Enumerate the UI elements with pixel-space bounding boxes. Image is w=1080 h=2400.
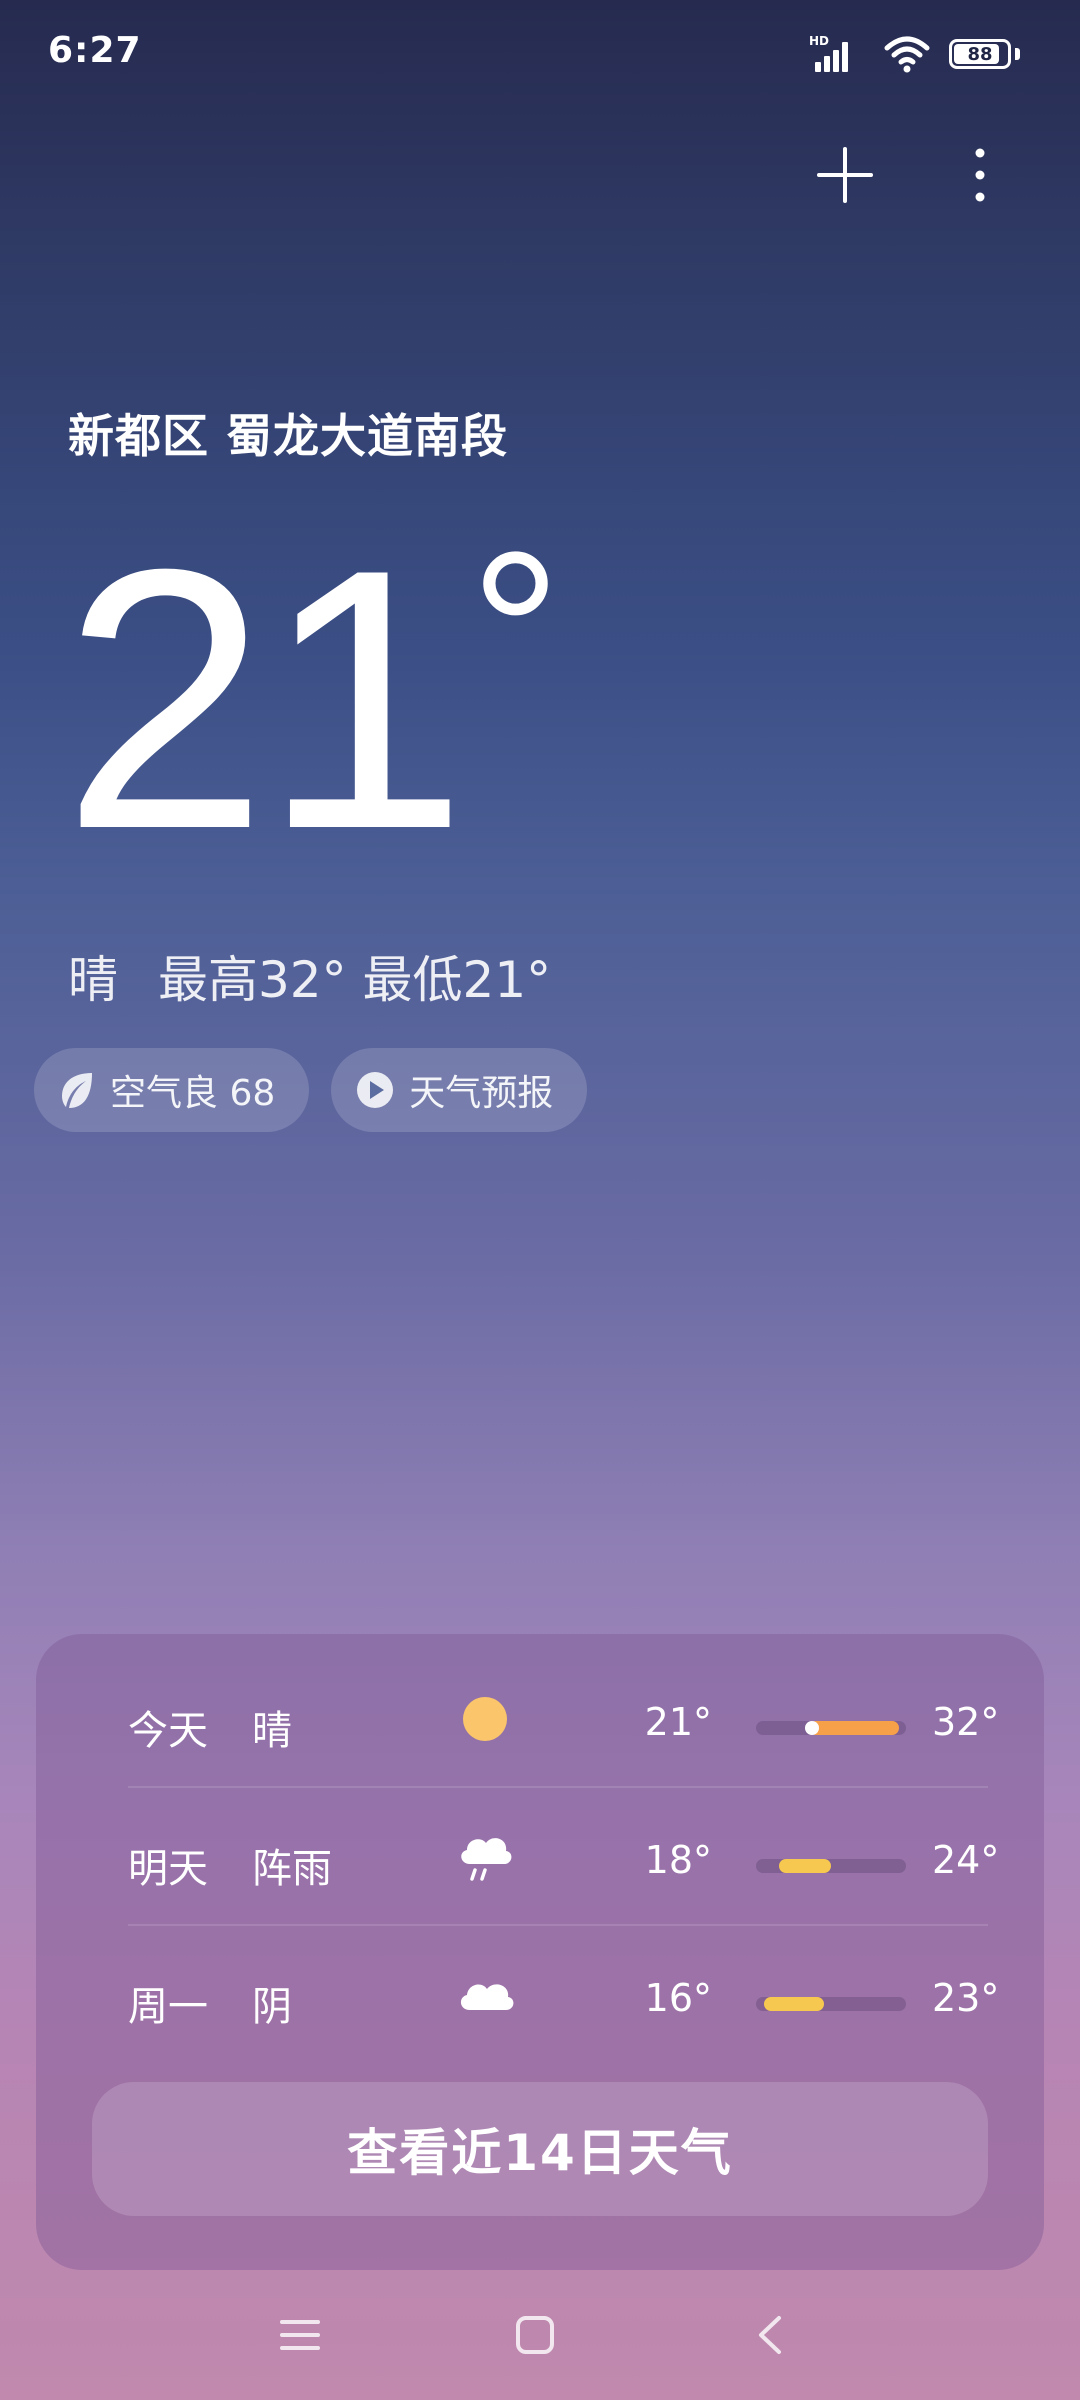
forecast-condition: 晴 [252, 1708, 292, 1754]
temperature-range-bar [756, 1859, 906, 1873]
forecast-condition: 阵雨 [252, 1846, 332, 1892]
navigation-bar [0, 2290, 1080, 2380]
forecast-card: 今天 晴 21° 32° 明天 阵雨 18° 24° 周一 阴 16° 23° … [36, 1634, 1044, 2270]
air-quality-label: 空气良 68 [110, 1073, 276, 1114]
view-14-day-forecast-button[interactable]: 查看近14日天气 [92, 2082, 988, 2216]
forecast-day: 明天 [128, 1846, 208, 1892]
status-time: 6:27 [48, 30, 142, 71]
forecast-low: 16° [644, 1976, 712, 2020]
temperature-unit: ° [469, 504, 562, 761]
forecast-row-today[interactable]: 今天 晴 21° 32° [92, 1654, 999, 1791]
back-button[interactable] [725, 2290, 815, 2380]
forecast-low: 21° [644, 1700, 712, 1744]
home-button[interactable] [490, 2290, 580, 2380]
status-bar: 6:27 HD 88 [0, 0, 1080, 110]
forecast-day: 周一 [128, 1984, 208, 2030]
temperature-range-bar [756, 1721, 906, 1735]
forecast-high: 24° [932, 1838, 1000, 1882]
menu-icon [280, 2320, 320, 2350]
recent-apps-button[interactable] [255, 2290, 345, 2380]
weather-video-label: 天气预报 [409, 1073, 554, 1114]
forecast-day: 今天 [128, 1708, 208, 1754]
temperature-range-fill [778, 1859, 831, 1873]
battery-icon: 88 [949, 39, 1011, 69]
info-chips: 空气良 68 天气预报 [34, 1048, 588, 1132]
forecast-low: 18° [644, 1838, 712, 1882]
cellular-signal-icon: HD [809, 34, 865, 74]
leaf-icon [62, 1073, 92, 1108]
more-vertical-icon [975, 148, 985, 202]
battery-level: 88 [967, 43, 993, 65]
air-quality-chip[interactable]: 空气良 68 [34, 1048, 310, 1132]
back-chevron-icon [759, 2316, 781, 2354]
sun-icon [463, 1697, 507, 1741]
temperature-range-fill [808, 1721, 899, 1735]
temperature-value: 21 [62, 493, 468, 906]
location-title[interactable]: 新都区 蜀龙大道南段 [68, 400, 508, 466]
battery-cap [1015, 48, 1020, 60]
temperature-range-fill [763, 1997, 824, 2011]
home-square-icon [516, 2316, 554, 2354]
forecast-condition: 阴 [252, 1984, 292, 2030]
add-city-button[interactable] [810, 140, 880, 210]
rain-cloud-icon [461, 1838, 512, 1881]
forecast-row-monday[interactable]: 周一 阴 16° 23° [92, 1930, 999, 2067]
more-options-button[interactable] [950, 140, 1010, 210]
current-temperature-dot [804, 1721, 819, 1735]
forecast-high: 32° [932, 1700, 1000, 1744]
divider [128, 1924, 988, 1926]
current-temperature: 21 ° [62, 500, 562, 900]
cloud-icon [460, 1984, 514, 2010]
high-low-temperature: 最高32° 最低21° [158, 951, 552, 1009]
weather-summary: 晴 最高32° 最低21° [68, 940, 551, 1012]
play-icon [357, 1072, 394, 1108]
forecast-row-tomorrow[interactable]: 明天 阵雨 18° 24° [92, 1792, 999, 1929]
temperature-range-bar [756, 1997, 906, 2011]
status-icons: HD 88 [809, 32, 1020, 76]
forecast-high: 23° [932, 1976, 1000, 2020]
divider [128, 1786, 988, 1788]
wifi-icon [884, 36, 930, 73]
plus-icon [817, 147, 873, 203]
weather-video-chip[interactable]: 天气预报 [331, 1048, 588, 1132]
current-condition: 晴 [68, 951, 118, 1009]
